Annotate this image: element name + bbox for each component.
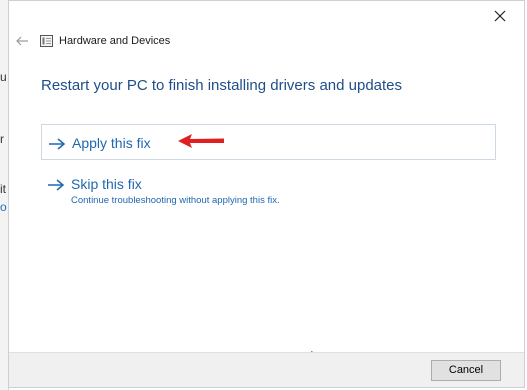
- cancel-button[interactable]: Cancel: [431, 360, 501, 381]
- background-text-fragment: r: [0, 132, 4, 146]
- skip-fix-option[interactable]: Skip this fix Continue troubleshooting w…: [41, 173, 496, 213]
- dialog-footer: Cancel: [9, 352, 524, 387]
- page-title: Hardware and Devices: [59, 35, 171, 47]
- main-heading: Restart your PC to finish installing dri…: [41, 77, 403, 94]
- arrow-right-icon: [48, 179, 65, 191]
- skip-fix-label: Skip this fix: [71, 176, 142, 192]
- skip-fix-description: Continue troubleshooting without applyin…: [71, 195, 280, 206]
- back-arrow-icon[interactable]: [15, 34, 29, 48]
- background-text-fragment: it: [0, 182, 6, 196]
- navigation-bar: Hardware and Devices: [9, 31, 524, 53]
- hardware-devices-icon: [40, 35, 53, 47]
- apply-fix-label: Apply this fix: [72, 135, 151, 151]
- background-text-fragment: o: [0, 200, 7, 214]
- close-button[interactable]: [490, 6, 510, 26]
- close-icon: [494, 10, 506, 22]
- arrow-right-icon: [49, 138, 66, 150]
- red-arrow-icon: [178, 134, 224, 148]
- background-text-fragment: u: [0, 70, 7, 84]
- apply-fix-option[interactable]: Apply this fix: [41, 124, 496, 160]
- troubleshooter-dialog: Hardware and Devices Restart your PC to …: [8, 0, 525, 388]
